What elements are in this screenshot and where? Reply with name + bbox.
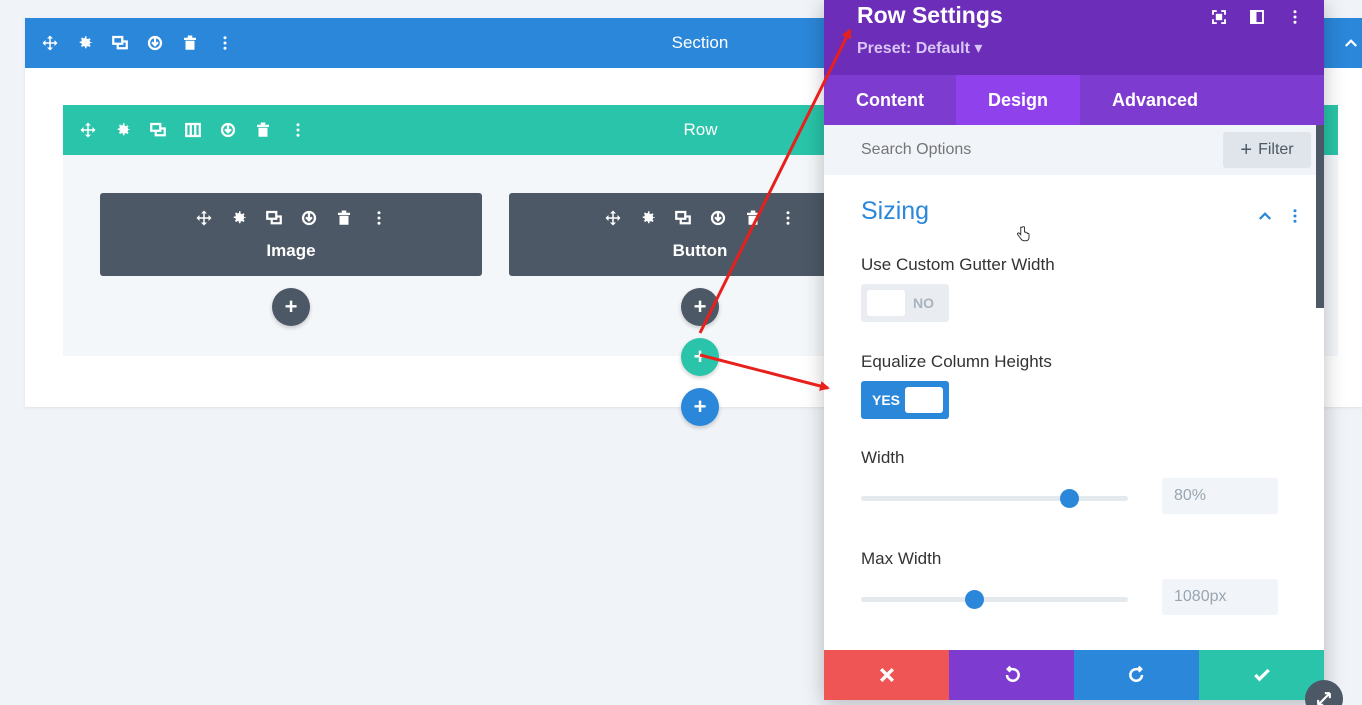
toggle-state: NO [913,295,934,311]
max-width-slider[interactable] [861,590,1128,609]
redo-icon [1128,665,1143,683]
sizing-group-title[interactable]: Sizing [861,197,929,226]
image-module[interactable]: Image [100,193,482,276]
undo-icon [1005,665,1020,683]
gutter-label: Use Custom Gutter Width [861,255,1055,274]
more-options-icon[interactable] [1284,205,1306,227]
add-module-button[interactable]: + [681,288,719,326]
scrollbar[interactable] [1316,125,1324,308]
plus-icon: + [1240,138,1253,161]
close-icon [879,667,894,683]
search-input[interactable] [861,141,1161,159]
more-options-icon[interactable] [777,207,799,229]
add-row-button[interactable]: + [681,338,719,376]
chevron-up-icon[interactable] [1254,205,1276,227]
duplicate-icon[interactable] [263,207,285,229]
toggle-state: YES [872,392,901,408]
move-icon[interactable] [602,207,624,229]
trash-icon[interactable] [333,207,355,229]
panel-title: Row Settings [857,2,1003,28]
redo-button[interactable] [1074,650,1199,700]
gutter-toggle[interactable]: NO [861,284,949,322]
preset-dropdown[interactable]: Preset: Default ▾ [857,38,982,58]
add-section-button[interactable]: + [681,388,719,426]
save-to-library-icon[interactable] [707,207,729,229]
more-options-icon[interactable] [1284,6,1306,28]
chevron-up-icon[interactable] [1340,32,1362,54]
tab-design[interactable]: Design [955,75,1080,125]
gear-icon[interactable] [228,207,250,229]
panel-header-icons [1208,6,1306,28]
snap-sidebar-icon[interactable] [1246,6,1268,28]
undo-button[interactable] [949,650,1074,700]
max-width-label: Max Width [861,549,942,568]
tab-content[interactable]: Content [824,75,956,125]
more-options-icon[interactable] [368,207,390,229]
filter-button[interactable]: + Filter [1223,132,1311,168]
duplicate-icon[interactable] [672,207,694,229]
check-icon [1253,668,1270,682]
move-icon[interactable] [193,207,215,229]
slider-handle[interactable] [965,590,985,609]
slider-handle[interactable] [1060,489,1080,508]
fullscreen-icon[interactable] [1208,6,1230,28]
hand-cursor-icon [1012,223,1034,245]
resize-arrows-icon [1317,692,1331,705]
tab-advanced[interactable]: Advanced [1080,75,1230,125]
width-label: Width [861,448,905,467]
discard-button[interactable] [824,650,949,700]
panel-header: Row Settings Preset: Default ▾ [824,0,1324,75]
filter-label: Filter [1258,141,1294,158]
panel-tabs: Content Design Advanced [824,75,1324,125]
module-label: Image [266,241,316,260]
resize-handle[interactable] [1305,680,1343,705]
toggle-knob [905,387,943,413]
row-settings-panel: Row Settings Preset: Default ▾ Content D… [824,0,1324,700]
save-to-library-icon[interactable] [298,207,320,229]
width-value-input[interactable]: 80% [1162,478,1278,514]
gear-icon[interactable] [637,207,659,229]
search-bar: + Filter [824,125,1324,175]
panel-footer [824,650,1324,700]
width-slider[interactable] [861,489,1128,508]
equalize-toggle[interactable]: YES [861,381,949,419]
add-module-button[interactable]: + [272,288,310,326]
equalize-label: Equalize Column Heights [861,352,1052,371]
max-width-value-input[interactable]: 1080px [1162,579,1278,615]
module-tools [100,207,482,229]
toggle-knob [867,290,905,316]
trash-icon[interactable] [742,207,764,229]
